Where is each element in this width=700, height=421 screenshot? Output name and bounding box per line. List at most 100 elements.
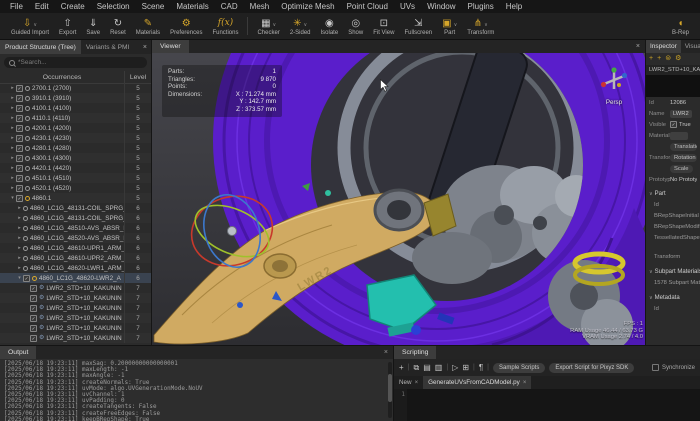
collapse-icon[interactable]: ▾ <box>16 275 23 281</box>
close-icon[interactable]: × <box>379 346 393 359</box>
expand-icon[interactable]: ▸ <box>16 255 23 261</box>
visibility-checkbox[interactable]: ✓ <box>16 115 23 122</box>
section-header-part[interactable]: ∨Part <box>646 188 700 200</box>
tree-row[interactable]: ✓⚙LWR2_STD+10_KAKUNIN7 <box>0 303 151 313</box>
visibility-checkbox[interactable]: ✓ <box>16 135 23 142</box>
menu-selection[interactable]: Selection <box>91 2 136 11</box>
menu-scene[interactable]: Scene <box>136 2 171 11</box>
expand-icon[interactable]: ▸ <box>16 245 23 251</box>
tree-row[interactable]: ✓⚙LWR2_STD+10_KAKUNIN7 <box>0 283 151 293</box>
toolbar-part[interactable]: ▣∨Part <box>437 13 462 39</box>
checkbox[interactable]: ✓ <box>670 121 677 128</box>
tree-row[interactable]: ✓⚙LWR2_STD+10_KAKUNIN7 <box>0 333 151 343</box>
toolbar-functions[interactable]: f(x)Functions <box>207 13 243 39</box>
tab-scripting[interactable]: Scripting <box>394 346 436 359</box>
tree-row[interactable]: ▸✓4200.1 (4200)5 <box>0 123 151 133</box>
menu-file[interactable]: File <box>4 2 29 11</box>
close-icon[interactable]: × <box>631 40 645 53</box>
visibility-checkbox[interactable]: ✓ <box>30 285 37 292</box>
tree-row[interactable]: ▸✓2700.1 (2700)5 <box>0 83 151 93</box>
sample-scripts-button[interactable]: Sample Scripts <box>493 363 545 373</box>
expand-icon[interactable]: ▸ <box>9 165 16 171</box>
property-1578-subpart-materials[interactable]: 1578 Subpart Materials <box>646 278 700 289</box>
menu-materials[interactable]: Materials <box>170 2 214 11</box>
menu-create[interactable]: Create <box>55 2 91 11</box>
field-value[interactable]: Rotation <box>670 154 697 162</box>
visibility-checkbox[interactable]: ✓ <box>16 145 23 152</box>
search-input[interactable] <box>18 59 142 66</box>
tree-row[interactable]: ▸✓4520.1 (4520)5 <box>0 183 151 193</box>
run-script-icon[interactable]: ▷ <box>452 363 458 373</box>
tree-row[interactable]: ▸✓4100.1 (4100)5 <box>0 103 151 113</box>
field-value[interactable]: Scale <box>670 165 693 173</box>
expand-icon[interactable]: ▸ <box>16 265 23 271</box>
property-brepshapeinitial[interactable]: BRepShapeInitial <box>646 211 700 222</box>
chevron-down-icon[interactable]: ∨ <box>484 22 488 29</box>
expand-icon[interactable]: ▸ <box>9 145 16 151</box>
menu-uvs[interactable]: UVs <box>394 2 421 11</box>
visibility-checkbox[interactable]: ✓ <box>16 185 23 192</box>
close-icon[interactable]: × <box>523 380 527 386</box>
visibility-checkbox[interactable]: ✓ <box>16 155 23 162</box>
tree-row[interactable]: ▸4860_LC1G_48510-AVS_ABSR_RH6 <box>0 223 151 233</box>
tree-row[interactable]: ▸✓3910.1 (3910)5 <box>0 93 151 103</box>
property-tessellatedshape[interactable]: TessellatedShape <box>646 233 700 244</box>
property-id[interactable]: Id <box>646 304 700 315</box>
settings-icon[interactable]: ⚙ <box>675 55 681 63</box>
expand-icon[interactable]: ▸ <box>16 225 23 231</box>
visibility-checkbox[interactable]: ✓ <box>30 315 37 322</box>
blue-bolt-part[interactable] <box>411 325 421 335</box>
save-as-icon[interactable]: ▥ <box>435 363 443 373</box>
tab-output[interactable]: Output <box>0 346 36 359</box>
menu-cad[interactable]: CAD <box>215 2 244 11</box>
toolbar-materials[interactable]: ✎Materials <box>131 13 165 39</box>
toolbar-preferences[interactable]: ⚙Preferences <box>165 13 207 39</box>
toolbar-2-sided[interactable]: ✳∨2-Sided <box>285 13 316 39</box>
chevron-down-icon[interactable]: ∨ <box>33 22 37 29</box>
visibility-checkbox[interactable]: ✓ <box>16 105 23 112</box>
scrollbar-thumb[interactable] <box>388 374 392 402</box>
expand-icon[interactable]: ▸ <box>9 185 16 191</box>
visibility-checkbox[interactable]: ✓ <box>23 275 30 282</box>
close-icon[interactable]: × <box>139 40 151 54</box>
tree-row[interactable]: ▸4860_LC1G_48131-COIL_SPRG_R6 <box>0 203 151 213</box>
toolbar-reset[interactable]: ↻Reset <box>105 13 131 39</box>
menu-optimize-mesh[interactable]: Optimize Mesh <box>275 2 340 11</box>
clipboard-icon[interactable]: ⧉ <box>414 363 420 373</box>
toolbar-show[interactable]: ◎Show <box>343 13 368 39</box>
expand-icon[interactable]: ▸ <box>9 105 16 111</box>
expand-icon[interactable]: ▸ <box>16 205 23 211</box>
expand-icon[interactable]: ▸ <box>9 175 16 181</box>
visibility-checkbox[interactable]: ✓ <box>16 195 23 202</box>
expand-icon[interactable]: ▸ <box>9 125 16 131</box>
visibility-checkbox[interactable]: ✓ <box>30 305 37 312</box>
expand-icon[interactable]: ▸ <box>16 235 23 241</box>
menu-mesh[interactable]: Mesh <box>244 2 276 11</box>
tab-inspector[interactable]: Inspector <box>646 40 681 53</box>
add-metadata-icon[interactable]: + <box>657 55 661 63</box>
tab-viewer[interactable]: Viewer <box>152 40 189 53</box>
toolbar-checker[interactable]: ▦∨Checker <box>252 13 284 39</box>
toolbar-export[interactable]: ⇧Export <box>54 13 81 39</box>
visibility-checkbox[interactable]: ✓ <box>30 325 37 332</box>
field-value[interactable]: LWR2 <box>670 110 692 118</box>
link-icon[interactable]: ⊜ <box>665 55 671 63</box>
toolbar-fit-view[interactable]: ⊡Fit View <box>368 13 399 39</box>
visibility-checkbox[interactable]: ✓ <box>16 95 23 102</box>
property-transform[interactable]: Transform <box>646 252 700 263</box>
tree-row[interactable]: ▾✓4860.15 <box>0 193 151 203</box>
tree-row[interactable]: ▸4860_LC1G_48520-AVS_ABSR_LH6 <box>0 233 151 243</box>
export-script-for-pixyz-sdk-button[interactable]: Export Script for Pixyz SDK <box>549 363 634 373</box>
toolbar-fullscreen[interactable]: ⇲Fullscreen <box>399 13 437 39</box>
menu-point-cloud[interactable]: Point Cloud <box>341 2 394 11</box>
tree-search-box[interactable] <box>4 57 147 68</box>
expand-icon[interactable]: ▸ <box>9 115 16 121</box>
script-editor[interactable]: 1 <box>394 389 700 421</box>
tree-row[interactable]: ▸4860_LC1G_48131-COIL_SPRG_R6 <box>0 213 151 223</box>
tree-row[interactable]: ✓⚙LWR2_STD+10_KAKUNIN7 <box>0 313 151 323</box>
add-property-icon[interactable]: + <box>649 55 653 63</box>
save-script-icon[interactable]: ▤ <box>423 363 431 373</box>
toolbar-save[interactable]: ⇓Save <box>81 13 105 39</box>
expand-icon[interactable]: ▸ <box>9 135 16 141</box>
section-header-metadata[interactable]: ∨Metadata <box>646 292 700 304</box>
